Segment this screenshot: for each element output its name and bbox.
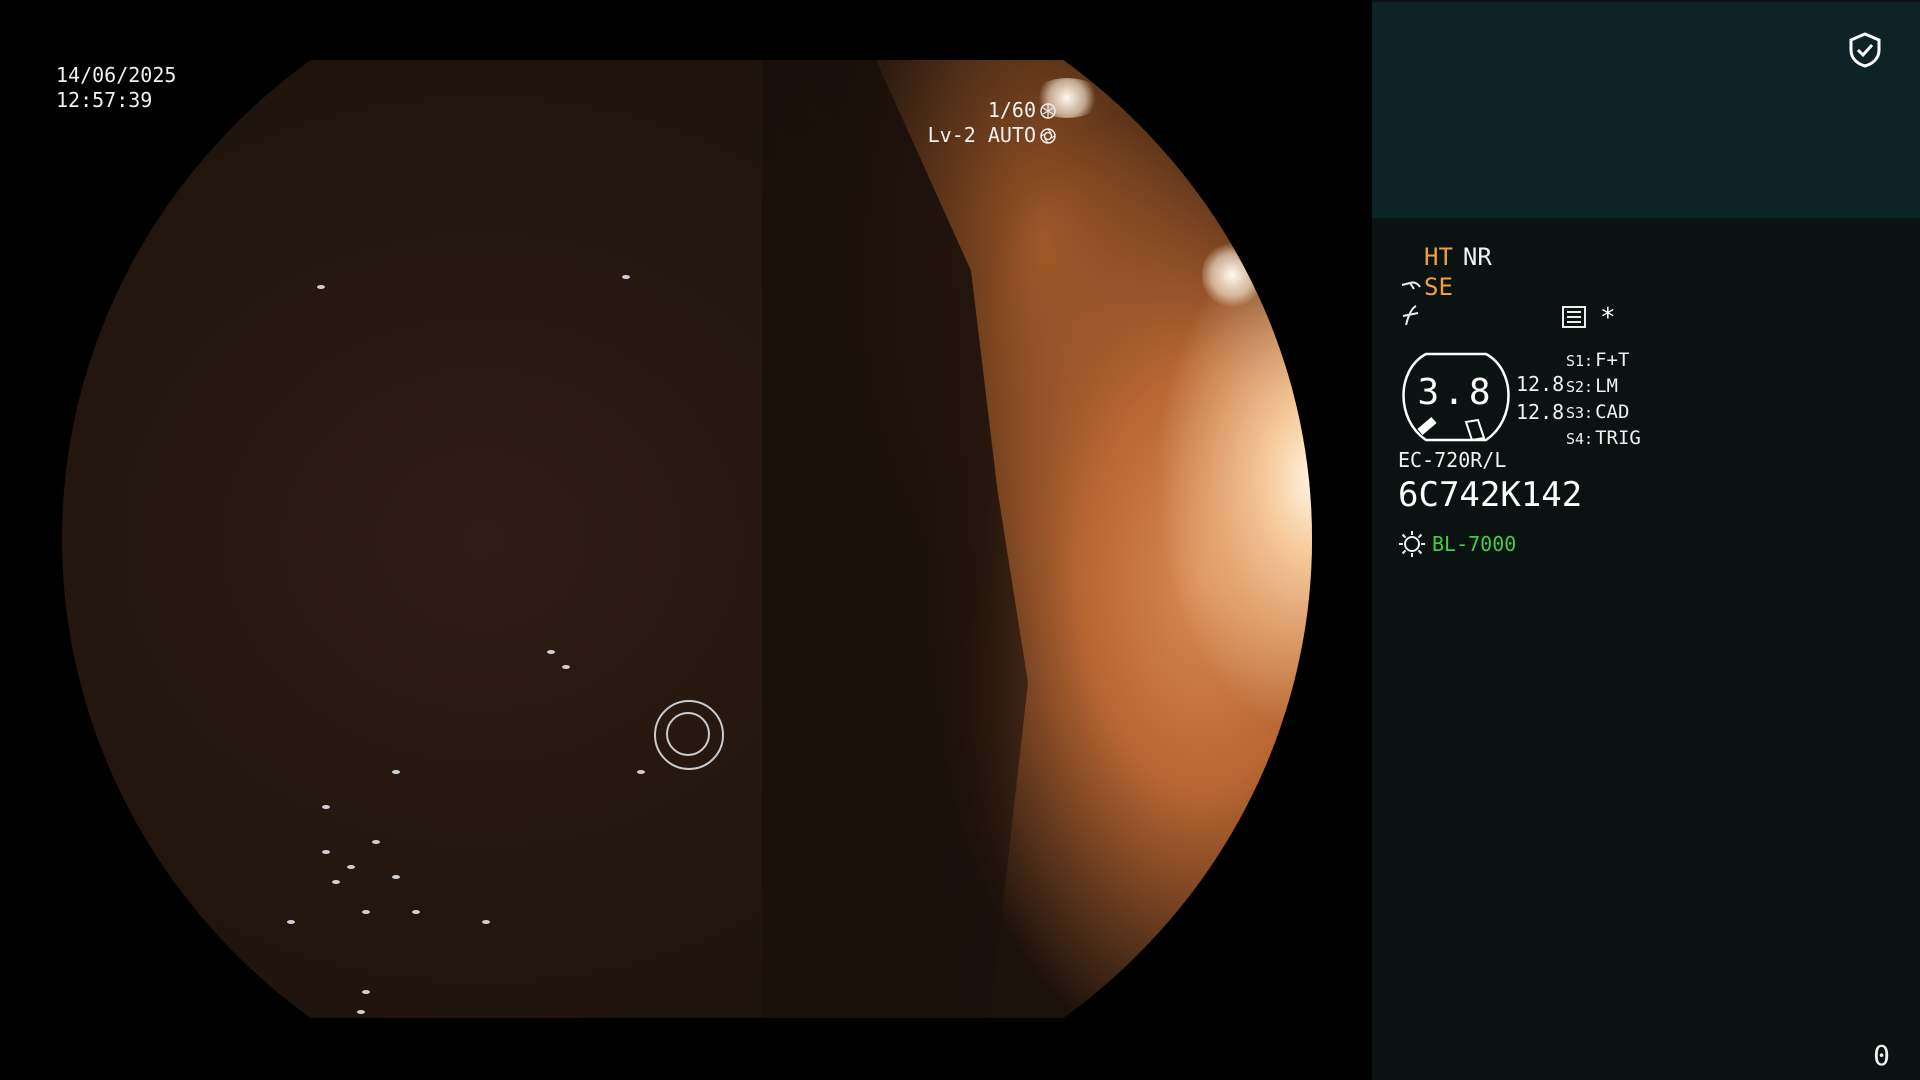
time-text: 12:57:39 bbox=[56, 88, 153, 112]
sun-icon bbox=[1399, 531, 1425, 557]
fluid-bubble bbox=[666, 712, 710, 756]
fluid-speck bbox=[392, 770, 400, 774]
ht-label: HT bbox=[1424, 243, 1453, 271]
setting-row: S2: LM bbox=[1566, 375, 1618, 397]
setting-row: S4: TRIG bbox=[1566, 427, 1641, 449]
se-label: SE bbox=[1424, 273, 1453, 301]
shutter-icon bbox=[1040, 102, 1056, 119]
fluid-speck bbox=[482, 920, 490, 924]
scope-model: EC-720R/L bbox=[1398, 448, 1507, 472]
light-source-label: BL-7000 bbox=[1432, 532, 1517, 556]
fluid-speck bbox=[547, 650, 555, 654]
num-top: 12.8 bbox=[1516, 372, 1565, 396]
fluid-speck bbox=[362, 990, 370, 994]
shield-check-icon[interactable] bbox=[1848, 32, 1882, 68]
iris-icon bbox=[1040, 127, 1056, 144]
mucosa-fold-shadow bbox=[762, 60, 1028, 1018]
shutter-text: 1/60 bbox=[987, 98, 1036, 122]
switch-settings: S1: F+T S2: LM S3: CAD S4: TRIG bbox=[1566, 348, 1641, 452]
iris-mode-text: Lv-2 AUTO bbox=[927, 123, 1036, 147]
fluid-speck bbox=[392, 875, 400, 879]
image-counter: 0 bbox=[1873, 1039, 1890, 1072]
panel-header bbox=[1372, 0, 1920, 218]
fluid-speck bbox=[362, 910, 370, 914]
date-text: 14/06/2025 bbox=[56, 63, 177, 87]
fluid-speck bbox=[622, 275, 630, 279]
fluid-speck bbox=[637, 770, 645, 774]
fluid-speck bbox=[322, 805, 330, 809]
fluid-speck bbox=[317, 285, 325, 289]
fluid-speck bbox=[287, 920, 295, 924]
exposure-display: 1/60 Lv-2 AUTO bbox=[928, 98, 1056, 148]
num-bottom: 12.8 bbox=[1516, 400, 1565, 424]
setting-row: S1: F+T bbox=[1566, 349, 1630, 371]
datetime-display: 14/06/2025 12:57:39 bbox=[56, 63, 176, 113]
scope-serial: 6C742K142 bbox=[1398, 475, 1583, 515]
light-reflection bbox=[1202, 240, 1262, 310]
zoom-value: 3.8 bbox=[1417, 372, 1495, 413]
setting-row: S3: CAD bbox=[1566, 401, 1630, 423]
asterisk-indicator: * bbox=[1600, 303, 1616, 333]
nr-label: NR bbox=[1462, 243, 1492, 271]
info-panel: HT NR SE * 3.8 12.8 12.8 S1: F+T S2: LM S3:… bbox=[1372, 0, 1920, 1080]
f-mode-icon bbox=[1402, 305, 1419, 326]
endoscope-image-area: 14/06/2025 12:57:39 1/60 Lv-2 AUTO bbox=[0, 0, 1372, 1080]
fluid-speck bbox=[412, 910, 420, 914]
f-mode-row bbox=[1400, 303, 1422, 333]
list-icon bbox=[1562, 306, 1586, 328]
fluid-speck bbox=[347, 865, 355, 869]
light-source-row: BL-7000 bbox=[1398, 530, 1516, 558]
endoscope-view bbox=[62, 60, 1312, 1018]
fluid-speck bbox=[357, 1010, 365, 1014]
se-status: SE bbox=[1400, 273, 1453, 301]
fluid-speck bbox=[372, 840, 380, 844]
fluid-speck bbox=[322, 850, 330, 854]
fluid-speck bbox=[332, 880, 340, 884]
enhancement-status: HT NR bbox=[1424, 243, 1492, 271]
scope-tip-icon bbox=[1401, 281, 1421, 290]
scope-numbers: 12.8 12.8 bbox=[1516, 370, 1564, 426]
fluid-speck bbox=[562, 665, 570, 669]
